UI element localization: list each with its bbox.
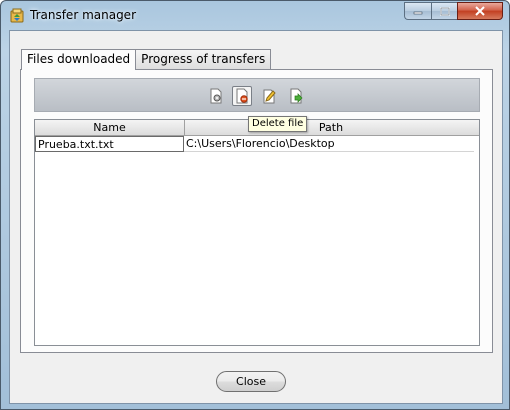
delete-file-button[interactable]: [232, 86, 252, 106]
open-file-button[interactable]: [286, 86, 306, 106]
edit-file-icon: [263, 89, 276, 104]
files-downloaded-panel: Delete file Name Path Prueba.txt.txt C:\…: [20, 69, 493, 353]
close-icon: [475, 6, 485, 16]
close-window-button[interactable]: [457, 2, 503, 20]
minimize-icon: [413, 11, 423, 15]
edit-file-button[interactable]: [259, 86, 279, 106]
settings-button[interactable]: [206, 86, 226, 106]
open-file-icon: [290, 88, 303, 104]
tab-strip: Files downloaded Progress of transfers: [21, 49, 272, 70]
window-title: Transfer manager: [30, 8, 137, 22]
tab-files-downloaded[interactable]: Files downloaded: [21, 49, 137, 70]
settings-document-icon: [210, 88, 222, 104]
delete-file-icon: [236, 88, 248, 104]
tab-progress-of-transfers[interactable]: Progress of transfers: [135, 49, 272, 69]
maximize-button[interactable]: [431, 2, 457, 20]
dialog-body: Files downloaded Progress of transfers D…: [9, 30, 503, 404]
title-bar[interactable]: Transfer manager: [1, 1, 509, 29]
column-header-path[interactable]: Path: [185, 120, 477, 135]
minimize-button[interactable]: [404, 2, 431, 20]
cell-file-name[interactable]: Prueba.txt.txt: [35, 136, 184, 152]
tooltip-delete-file: Delete file: [248, 116, 308, 132]
close-button[interactable]: Close: [216, 371, 286, 392]
maximize-icon: [439, 6, 450, 16]
downloaded-files-table[interactable]: Name Path Prueba.txt.txt C:\Users\Floren…: [34, 119, 480, 346]
transfer-manager-icon: [10, 8, 24, 23]
column-header-name[interactable]: Name: [35, 120, 185, 135]
cell-file-path[interactable]: C:\Users\Florencio\Desktop: [184, 136, 474, 152]
table-row[interactable]: Prueba.txt.txt C:\Users\Florencio\Deskto…: [35, 136, 479, 152]
transfer-manager-window: Transfer manager Files downloaded Progre…: [0, 0, 510, 410]
toolbar: [34, 78, 480, 112]
